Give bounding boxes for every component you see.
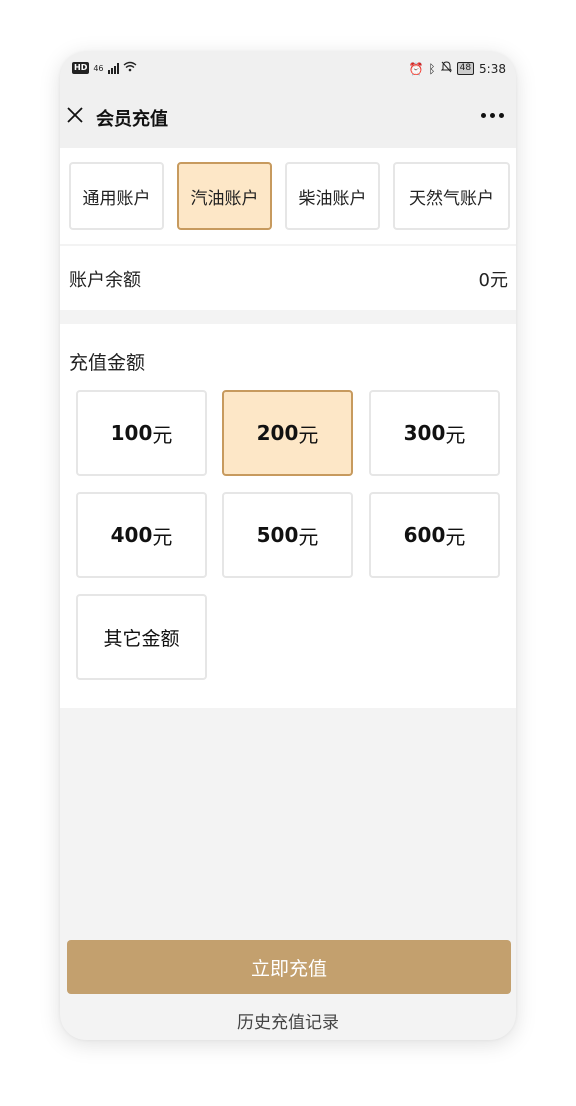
hd-badge: HD — [72, 62, 90, 74]
amount-unit: 元 — [298, 524, 319, 549]
status-bar: HD 46 ⏰ ᛒ 48 5:38 — [60, 52, 516, 86]
tab-gasoline-account[interactable]: 汽油账户 — [177, 162, 272, 230]
section-title: 充值金额 — [69, 352, 146, 374]
account-tabs: 通用账户 汽油账户 柴油账户 天然气账户 — [60, 148, 516, 244]
amount-option-200[interactable]: 200 元 — [222, 390, 353, 476]
amount-unit: 元 — [445, 524, 466, 549]
tab-natural-gas-account[interactable]: 天然气账户 — [393, 162, 510, 230]
amount-unit: 元 — [298, 422, 319, 447]
amount-option-400[interactable]: 400 元 — [76, 492, 207, 578]
amount-option-300[interactable]: 300 元 — [369, 390, 500, 476]
status-right: ⏰ ᛒ 48 5:38 — [408, 61, 506, 76]
phone-screen: HD 46 ⏰ ᛒ 48 5:38 会员充值 通用账户 汽油账户 柴油账户 天然… — [60, 52, 516, 1040]
title-bar: 会员充值 — [60, 86, 516, 148]
amount-option-600[interactable]: 600 元 — [369, 492, 500, 578]
alarm-icon: ⏰ — [408, 61, 424, 76]
mute-icon — [440, 61, 452, 76]
page-title: 会员充值 — [96, 109, 168, 130]
balance-value: 0元 — [478, 270, 508, 291]
recharge-now-button[interactable]: 立即充值 — [67, 940, 511, 994]
recharge-history-link[interactable]: 历史充值记录 — [60, 1008, 516, 1033]
wifi-icon — [123, 61, 137, 75]
status-left: HD 46 — [72, 61, 137, 75]
recharge-amount-panel: 充值金额 100 元 200 元 300 元 400 元 500 元 600 元 其它金额 — [60, 324, 516, 708]
amount-unit: 元 — [445, 422, 466, 447]
close-icon[interactable] — [66, 106, 84, 124]
balance-row: 账户余额 0元 — [60, 246, 516, 310]
amount-option-100[interactable]: 100 元 — [76, 390, 207, 476]
signal-icon — [107, 62, 119, 74]
tab-general-account[interactable]: 通用账户 — [69, 162, 164, 230]
battery-icon: 48 — [456, 62, 475, 75]
amount-unit: 元 — [152, 524, 173, 549]
network-type: 46 — [93, 63, 104, 73]
amount-value: 600 — [403, 523, 446, 547]
amount-value: 300 — [403, 421, 446, 445]
amount-unit: 元 — [152, 422, 173, 447]
more-options-icon[interactable] — [481, 113, 504, 118]
balance-label: 账户余额 — [69, 270, 141, 291]
other-amount-button[interactable]: 其它金额 — [76, 594, 207, 680]
amount-value: 200 — [256, 421, 299, 445]
amount-option-500[interactable]: 500 元 — [222, 492, 353, 578]
status-time: 5:38 — [479, 61, 506, 76]
amount-value: 400 — [110, 523, 153, 547]
amount-value: 500 — [256, 523, 299, 547]
tab-diesel-account[interactable]: 柴油账户 — [285, 162, 380, 230]
bluetooth-icon: ᛒ — [428, 61, 436, 76]
amount-value: 100 — [110, 421, 153, 445]
